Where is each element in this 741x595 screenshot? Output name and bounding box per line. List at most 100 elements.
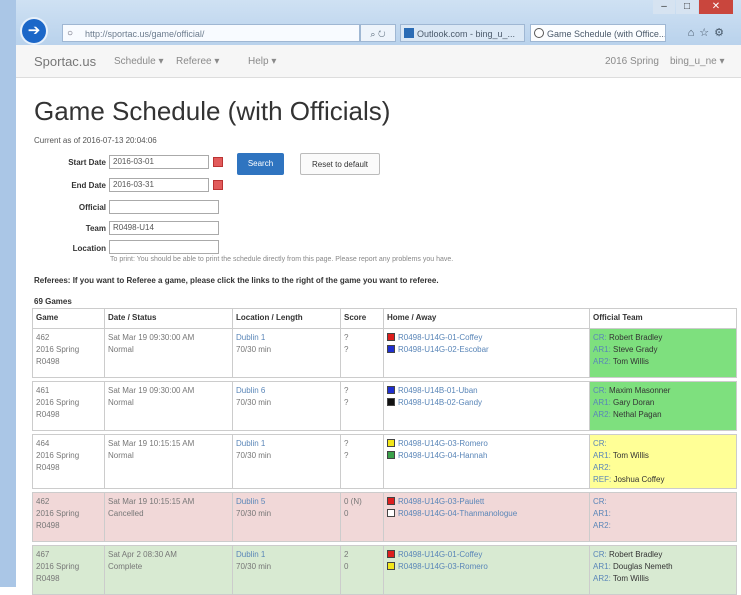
- team-line: R0498-U14G-01-Coffey: [387, 549, 586, 561]
- gear-icon[interactable]: ⚙: [714, 27, 729, 39]
- season-link[interactable]: 2016 Spring: [605, 56, 659, 67]
- team-line: R0498-U14B-01-Uban: [387, 385, 586, 397]
- location-cell: Dublin 1 70/30 min: [232, 434, 341, 489]
- location-cell: Dublin 1 70/30 min: [232, 545, 341, 595]
- official-role-link[interactable]: AR2:: [593, 410, 611, 419]
- browser-toolbar-icons: ⌂☆⚙: [688, 26, 729, 39]
- date-status-cell: Sat Mar 19 09:30:00 AM Normal: [104, 381, 233, 431]
- official-role-link[interactable]: AR2:: [593, 574, 611, 583]
- address-bar[interactable]: ○ http://sportac.us/game/official/: [62, 24, 360, 42]
- team-color-swatch: [387, 345, 395, 353]
- close-icon[interactable]: ✕: [699, 0, 733, 14]
- team-line: R0498-U14G-04-Hannah: [387, 450, 586, 462]
- reset-button[interactable]: Reset to default: [300, 153, 380, 175]
- table-header-row: Game Date / Status Location / Length Sco…: [32, 308, 737, 329]
- tab-game-schedule[interactable]: Game Schedule (with Office...: [530, 24, 666, 42]
- game-status: Normal: [108, 398, 134, 407]
- team-link[interactable]: R0498-U14G-04-Hannah: [398, 451, 487, 460]
- team-link[interactable]: R0498-U14B-02-Gandy: [398, 398, 482, 407]
- referees-instructions: Referees: If you want to Referee a game,…: [34, 276, 439, 285]
- team-link[interactable]: R0498-U14B-01-Uban: [398, 386, 478, 395]
- page-icon: ○: [67, 28, 74, 39]
- end-date-input[interactable]: [109, 178, 209, 192]
- calendar-icon[interactable]: [213, 157, 223, 167]
- search-refresh-icon[interactable]: ⌕ ↻: [360, 24, 396, 42]
- official-role-link[interactable]: REF:: [593, 475, 611, 484]
- maximize-icon[interactable]: □: [676, 0, 698, 14]
- location-link[interactable]: Dublin 6: [236, 385, 337, 397]
- team-link[interactable]: R0498-U14G-03-Romero: [398, 562, 488, 571]
- page-favicon-icon: [534, 28, 544, 38]
- start-date-input[interactable]: [109, 155, 209, 169]
- menu-referee[interactable]: Referee ▾: [176, 56, 219, 67]
- calendar-icon[interactable]: [213, 180, 223, 190]
- date-status-cell: Sat Apr 2 08:30 AM Complete: [104, 545, 233, 595]
- game-line: R0498: [36, 574, 60, 583]
- team-link[interactable]: R0498-U14G-03-Romero: [398, 439, 488, 448]
- official-role-link[interactable]: CR:: [593, 386, 607, 395]
- header-location-length: Location / Length: [232, 308, 341, 329]
- game-line: R0498: [36, 521, 60, 530]
- official-role-link[interactable]: AR1:: [593, 451, 611, 460]
- official-role-link[interactable]: CR:: [593, 550, 607, 559]
- address-text: http://sportac.us/game/official/: [85, 29, 205, 39]
- back-arrow-icon[interactable]: ➔: [22, 19, 46, 43]
- score-value: 0: [344, 562, 349, 571]
- official-role-link[interactable]: AR1:: [593, 398, 611, 407]
- team-line: R0498-U14G-02-Escobar: [387, 344, 586, 356]
- location-label: Location: [72, 244, 106, 253]
- team-link[interactable]: R0498-U14G-01-Coffey: [398, 333, 482, 342]
- location-link[interactable]: Dublin 1: [236, 332, 337, 344]
- team-color-swatch: [387, 451, 395, 459]
- search-button[interactable]: Search: [237, 153, 284, 175]
- official-line: AR2: Nethal Pagan: [593, 409, 733, 421]
- start-date-label: Start Date: [68, 158, 106, 167]
- game-line: 467: [36, 550, 50, 559]
- score-value: ?: [344, 345, 349, 354]
- game-line: 462: [36, 497, 50, 506]
- score-value: 2: [344, 550, 349, 559]
- home-icon[interactable]: ⌂: [688, 27, 700, 39]
- game-line: 2016 Spring: [36, 345, 80, 354]
- game-cell: 462 2016 Spring R0498: [32, 492, 105, 542]
- location-link[interactable]: Dublin 5: [236, 496, 337, 508]
- menu-help[interactable]: Help ▾: [248, 56, 276, 67]
- team-input[interactable]: [109, 221, 219, 235]
- user-menu[interactable]: bing_u_ne ▾: [670, 56, 725, 67]
- minimize-icon[interactable]: –: [653, 0, 675, 14]
- official-role-link[interactable]: CR:: [593, 497, 607, 506]
- team-color-swatch: [387, 398, 395, 406]
- official-role-link[interactable]: AR1:: [593, 509, 611, 518]
- team-link[interactable]: R0498-U14G-02-Escobar: [398, 345, 489, 354]
- location-link[interactable]: Dublin 1: [236, 549, 337, 561]
- official-role-link[interactable]: AR2:: [593, 463, 611, 472]
- brand-link[interactable]: Sportac.us: [34, 54, 96, 69]
- location-link[interactable]: Dublin 1: [236, 438, 337, 450]
- official-role-link[interactable]: AR1:: [593, 345, 611, 354]
- official-role-link[interactable]: CR:: [593, 333, 607, 342]
- team-line: R0498-U14G-03-Paulett: [387, 496, 586, 508]
- team-link[interactable]: R0498-U14G-03-Paulett: [398, 497, 484, 506]
- location-input[interactable]: [109, 240, 219, 254]
- official-role-link[interactable]: AR1:: [593, 562, 611, 571]
- team-color-swatch: [387, 497, 395, 505]
- menu-schedule[interactable]: Schedule ▾: [114, 56, 164, 67]
- official-role-link[interactable]: AR2:: [593, 357, 611, 366]
- score-value: ?: [344, 439, 349, 448]
- score-cell: 20: [340, 545, 384, 595]
- official-role-link[interactable]: CR:: [593, 439, 607, 448]
- star-icon[interactable]: ☆: [699, 27, 714, 39]
- official-input[interactable]: [109, 200, 219, 214]
- team-link[interactable]: R0498-U14G-04-Thanmanologue: [398, 509, 517, 518]
- game-date: Sat Mar 19 10:15:15 AM: [108, 439, 195, 448]
- official-role-link[interactable]: AR2:: [593, 521, 611, 530]
- tab-outlook[interactable]: Outlook.com - bing_u_...: [400, 24, 525, 42]
- official-line: CR: Robert Bradley: [593, 332, 733, 344]
- team-color-swatch: [387, 439, 395, 447]
- team-color-swatch: [387, 509, 395, 517]
- team-link[interactable]: R0498-U14G-01-Coffey: [398, 550, 482, 559]
- game-line: 2016 Spring: [36, 451, 80, 460]
- game-length: 70/30 min: [236, 451, 272, 460]
- officials-cell: CR: Robert Bradley AR1: Douglas Nemeth AR2…: [589, 545, 737, 595]
- team-line: R0498-U14G-03-Romero: [387, 561, 586, 573]
